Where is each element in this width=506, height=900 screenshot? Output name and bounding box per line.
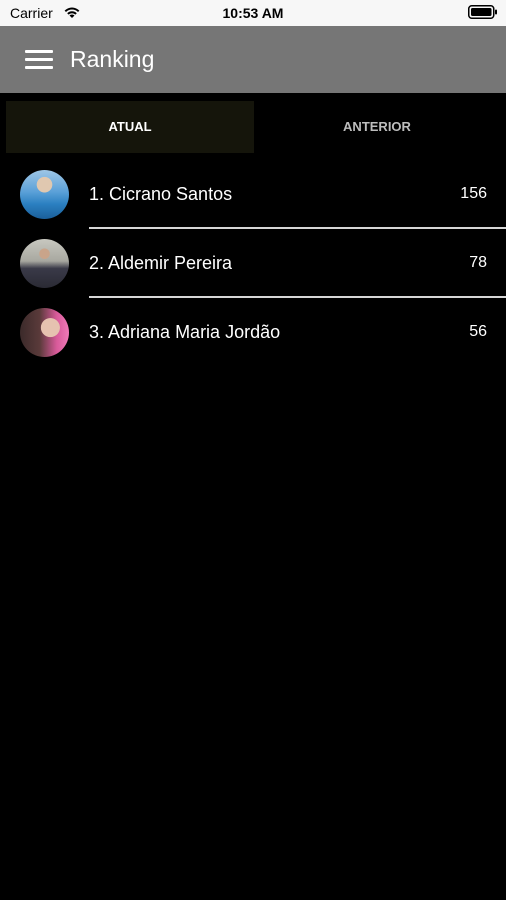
avatar (20, 170, 69, 219)
list-item[interactable]: 1. Cicrano Santos 156 (0, 160, 506, 229)
status-bar: Carrier 10:53 AM (0, 0, 506, 26)
rank-score: 56 (469, 323, 487, 340)
tab-atual[interactable]: ATUAL (6, 101, 254, 153)
rank-score: 78 (469, 254, 487, 271)
rank-name: 1. Cicrano Santos (89, 184, 233, 204)
list-item[interactable]: 3. Adriana Maria Jordão 56 (0, 298, 506, 367)
rank-name: 3. Adriana Maria Jordão (89, 322, 281, 342)
rank-score: 156 (460, 185, 487, 202)
list-item[interactable]: 2. Aldemir Pereira 78 (0, 229, 506, 298)
avatar (20, 239, 69, 288)
page-title: Ranking (70, 46, 155, 72)
ranking-list: 1. Cicrano Santos 156 2. Aldemir Pereira… (0, 160, 506, 367)
battery-icon (468, 5, 497, 19)
app-bar: Ranking (0, 26, 506, 93)
hamburger-menu-icon[interactable] (22, 46, 58, 74)
rank-name: 2. Aldemir Pereira (89, 253, 233, 273)
status-time: 10:53 AM (222, 5, 284, 21)
tab-bar: ATUAL ANTERIOR (0, 93, 506, 155)
tab-anterior[interactable]: ANTERIOR (254, 101, 500, 153)
avatar (20, 308, 69, 357)
